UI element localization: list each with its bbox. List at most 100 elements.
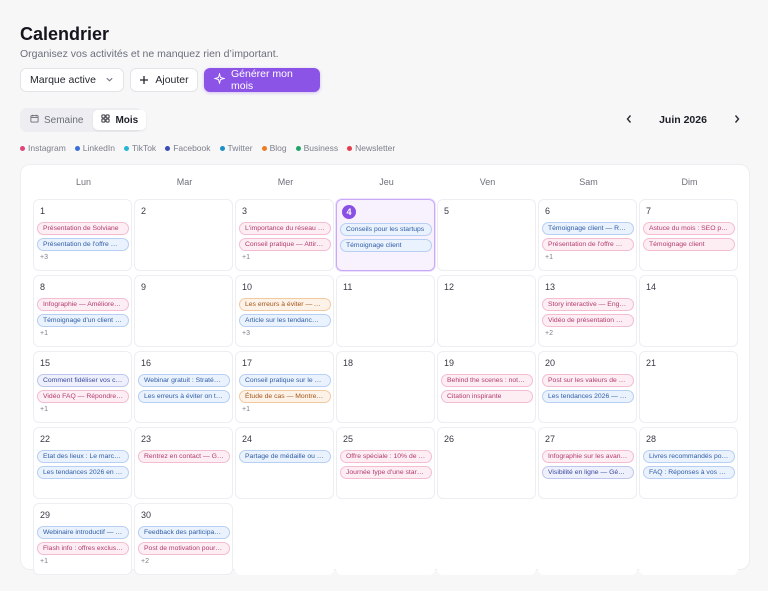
day-cell-today[interactable]: 4 Conseils pour les startups Témoignage cl… bbox=[336, 199, 435, 271]
event-chip[interactable]: Astuce du mois : SEO po… bbox=[643, 222, 735, 235]
event-chip[interactable]: Témoignage client bbox=[340, 239, 432, 252]
event-chip[interactable]: Les erreurs à éviter on t… bbox=[138, 390, 230, 403]
legend-item: Facebook bbox=[165, 143, 211, 153]
legend-item: Instagram bbox=[20, 143, 66, 153]
event-chip[interactable]: Offre spéciale : 10% de r… bbox=[340, 450, 432, 463]
day-cell[interactable]: 13 Story interactive — Eng… Vidéo de prése… bbox=[538, 275, 637, 347]
event-chip[interactable]: Story interactive — Eng… bbox=[542, 298, 634, 311]
more-events-link[interactable]: +3 bbox=[40, 254, 128, 261]
event-chip[interactable]: Présentation de l'offre … bbox=[542, 238, 634, 251]
event-chip[interactable]: Conseils pour les startups bbox=[340, 223, 432, 236]
event-chip[interactable]: Vidéo FAQ — Répondre … bbox=[37, 390, 129, 403]
day-number: 2 bbox=[141, 206, 147, 216]
event-chip[interactable]: Présentation de Solviane bbox=[37, 222, 129, 235]
day-number: 20 bbox=[545, 358, 556, 368]
event-chip[interactable]: Post de motivation pour … bbox=[138, 542, 230, 555]
legend-dot-icon bbox=[20, 145, 25, 151]
chevron-right-icon[interactable] bbox=[730, 113, 744, 127]
event-chip[interactable]: Infographie sur les avant… bbox=[542, 450, 634, 463]
event-chip[interactable]: FAQ : Réponses à vos qu… bbox=[643, 466, 735, 479]
event-chip[interactable]: Partage de médaille ou d… bbox=[239, 450, 331, 463]
generate-month-button[interactable]: Générer mon mois bbox=[204, 68, 320, 92]
day-number: 23 bbox=[141, 434, 152, 444]
event-chip[interactable]: Conseil pratique sur le … bbox=[239, 374, 331, 387]
day-cell[interactable]: 25 Offre spéciale : 10% de r… Journée type… bbox=[336, 427, 435, 499]
event-chip[interactable]: Webinaire introductif — … bbox=[37, 526, 129, 539]
day-cell[interactable]: 23 Rentrez en contact — G… bbox=[134, 427, 233, 499]
day-cell[interactable]: 27 Infographie sur les avant… Visibilité e… bbox=[538, 427, 637, 499]
more-events-link[interactable]: +1 bbox=[545, 254, 633, 261]
add-button[interactable]: Ajouter bbox=[130, 68, 198, 92]
event-chip[interactable]: Témoignage client bbox=[643, 238, 735, 251]
event-chip[interactable]: Webinar gratuit : Stratég… bbox=[138, 374, 230, 387]
day-cell[interactable]: 21 bbox=[639, 351, 738, 423]
day-cell[interactable]: 11 bbox=[336, 275, 435, 347]
day-cell[interactable]: 14 bbox=[639, 275, 738, 347]
day-number: 10 bbox=[242, 282, 253, 292]
event-chip[interactable]: Journée type d'une star… bbox=[340, 466, 432, 479]
day-cell[interactable]: 18 bbox=[336, 351, 435, 423]
day-cell[interactable]: 19 Behind the scenes : notr… Citation insp… bbox=[437, 351, 536, 423]
event-chip[interactable]: Conseil pratique — Attir… bbox=[239, 238, 331, 251]
more-events-link[interactable]: +1 bbox=[242, 254, 330, 261]
event-chip[interactable]: Témoignage d'un client … bbox=[37, 314, 129, 327]
day-cell[interactable]: 28 Livres recommandés po… FAQ : Réponses à… bbox=[639, 427, 738, 499]
event-chip[interactable]: Visibilité en ligne — Gén… bbox=[542, 466, 634, 479]
day-cell[interactable]: 15 Comment fidéliser vos c… Vidéo FAQ — Ré… bbox=[33, 351, 132, 423]
day-cell[interactable]: 29 Webinaire introductif — … Flash info : … bbox=[33, 503, 132, 575]
day-cell[interactable]: 9 bbox=[134, 275, 233, 347]
event-chip[interactable]: Présentation de l'offre … bbox=[37, 238, 129, 251]
event-chip[interactable]: Citation inspirante bbox=[441, 390, 533, 403]
event-chip[interactable]: Rentrez en contact — G… bbox=[138, 450, 230, 463]
event-chip[interactable]: Étude de cas — Montrer … bbox=[239, 390, 331, 403]
view-month-tab[interactable]: Mois bbox=[93, 110, 147, 130]
day-cell[interactable]: 7 Astuce du mois : SEO po… Témoignage clie… bbox=[639, 199, 738, 271]
day-cell[interactable]: 5 bbox=[437, 199, 536, 271]
event-chip[interactable]: Feedback des participan… bbox=[138, 526, 230, 539]
more-events-link[interactable]: +2 bbox=[141, 558, 229, 565]
event-chip[interactable]: Post sur les valeurs de S… bbox=[542, 374, 634, 387]
event-chip[interactable]: Vidéo de présentation —… bbox=[542, 314, 634, 327]
weekday-label: Jeu bbox=[379, 177, 394, 187]
legend-dot-icon bbox=[165, 145, 171, 151]
day-cell[interactable]: 24 Partage de médaille ou d… bbox=[235, 427, 334, 499]
view-month-label: Mois bbox=[115, 114, 139, 126]
brand-select[interactable]: Marque active bbox=[20, 68, 124, 92]
event-chip[interactable]: Etat des lieux : Le march… bbox=[37, 450, 129, 463]
day-cell[interactable]: 2 bbox=[134, 199, 233, 271]
event-chip[interactable]: Behind the scenes : notr… bbox=[441, 374, 533, 387]
event-chip[interactable]: Infographie — Améliorer… bbox=[37, 298, 129, 311]
more-events-link[interactable]: +1 bbox=[40, 330, 128, 337]
day-cell[interactable]: 1 Présentation de Solviane Présentation de… bbox=[33, 199, 132, 271]
day-number: 19 bbox=[444, 358, 455, 368]
day-cell[interactable]: 12 bbox=[437, 275, 536, 347]
more-events-link[interactable]: +3 bbox=[242, 330, 330, 337]
day-cell[interactable]: 16 Webinar gratuit : Stratég… Les erreurs … bbox=[134, 351, 233, 423]
chevron-left-icon[interactable] bbox=[622, 113, 636, 127]
day-number: 4 bbox=[342, 205, 356, 219]
day-cell[interactable]: 8 Infographie — Améliorer… Témoignage d'un… bbox=[33, 275, 132, 347]
event-chip[interactable]: Flash info : offres exclus… bbox=[37, 542, 129, 555]
more-events-link[interactable]: +1 bbox=[242, 406, 330, 413]
view-week-tab[interactable]: Semaine bbox=[22, 110, 91, 130]
event-chip[interactable]: Les erreurs à éviter — A… bbox=[239, 298, 331, 311]
day-cell[interactable]: 30 Feedback des participan… Post de motiva… bbox=[134, 503, 233, 575]
event-chip[interactable]: Les tendances 2026 — … bbox=[542, 390, 634, 403]
day-cell[interactable]: 17 Conseil pratique sur le … Étude de cas … bbox=[235, 351, 334, 423]
day-cell[interactable]: 22 Etat des lieux : Le march… Les tendance… bbox=[33, 427, 132, 499]
day-cell[interactable]: 3 L'importance du réseau … Conseil pratiqu… bbox=[235, 199, 334, 271]
event-chip[interactable]: Article sur les tendanc… bbox=[239, 314, 331, 327]
more-events-link[interactable]: +1 bbox=[40, 406, 128, 413]
more-events-link[interactable]: +2 bbox=[545, 330, 633, 337]
event-chip[interactable]: L'importance du réseau … bbox=[239, 222, 331, 235]
day-cell[interactable]: 20 Post sur les valeurs de S… Les tendance… bbox=[538, 351, 637, 423]
event-chip[interactable]: Témoignage client — Re… bbox=[542, 222, 634, 235]
event-chip[interactable]: Les tendances 2026 en … bbox=[37, 466, 129, 479]
event-chip[interactable]: Livres recommandés po… bbox=[643, 450, 735, 463]
more-events-link[interactable]: +1 bbox=[40, 558, 128, 565]
day-cell[interactable]: 6 Témoignage client — Re… Présentation de … bbox=[538, 199, 637, 271]
event-chip[interactable]: Comment fidéliser vos c… bbox=[37, 374, 129, 387]
empty-day-cell bbox=[235, 503, 334, 575]
day-cell[interactable]: 26 bbox=[437, 427, 536, 499]
day-cell[interactable]: 10 Les erreurs à éviter — A… Article sur l… bbox=[235, 275, 334, 347]
